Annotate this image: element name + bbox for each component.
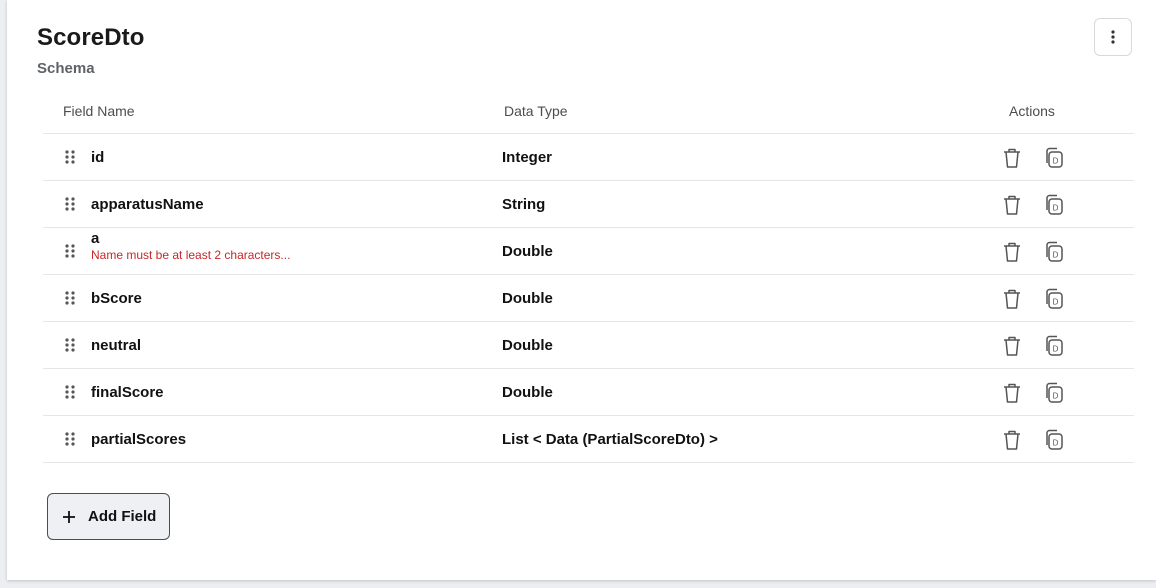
svg-text:D: D: [1053, 392, 1059, 401]
field-name[interactable]: partialScores: [91, 431, 186, 448]
field-type[interactable]: Double: [502, 243, 553, 260]
duplicate-icon[interactable]: D: [1043, 428, 1065, 452]
field-name[interactable]: apparatusName: [91, 196, 204, 213]
field-name[interactable]: a: [91, 230, 99, 247]
table-header: Field Name Data Type Actions: [43, 90, 1134, 134]
field-type[interactable]: Integer: [502, 149, 552, 166]
duplicate-icon[interactable]: D: [1043, 381, 1065, 405]
add-field-button[interactable]: Add Field: [47, 493, 170, 540]
drag-handle-icon[interactable]: [65, 385, 75, 399]
trash-icon[interactable]: [1001, 381, 1023, 405]
trash-icon[interactable]: [1001, 334, 1023, 358]
schema-card: ScoreDto Schema Field Name Data Type Act…: [7, 0, 1156, 580]
table-row: a Name must be at least 2 characters... Do…: [43, 228, 1134, 275]
duplicate-icon[interactable]: D: [1043, 287, 1065, 311]
field-name-error: Name must be at least 2 characters...: [91, 248, 291, 262]
page-title: ScoreDto: [37, 24, 145, 51]
field-name[interactable]: id: [91, 149, 104, 166]
field-type[interactable]: Double: [502, 337, 553, 354]
more-options-button[interactable]: [1094, 18, 1132, 56]
svg-text:D: D: [1053, 298, 1059, 307]
drag-handle-icon[interactable]: [65, 150, 75, 164]
field-type[interactable]: Double: [502, 290, 553, 307]
trash-icon[interactable]: [1001, 146, 1023, 170]
drag-handle-icon[interactable]: [65, 244, 75, 258]
table-body: id Integer DapparatusName String Da Name must…: [43, 134, 1134, 463]
trash-icon[interactable]: [1001, 240, 1023, 264]
duplicate-icon[interactable]: D: [1043, 193, 1065, 217]
table-row: partialScores List < Data (PartialScoreDt…: [43, 416, 1134, 463]
page-subtitle: Schema: [37, 60, 95, 77]
field-name[interactable]: neutral: [91, 337, 141, 354]
svg-text:D: D: [1053, 157, 1059, 166]
field-type[interactable]: List < Data (PartialScoreDto) >: [502, 431, 718, 448]
drag-handle-icon[interactable]: [65, 197, 75, 211]
drag-handle-icon[interactable]: [65, 291, 75, 305]
trash-icon[interactable]: [1001, 193, 1023, 217]
table-row: bScore Double D: [43, 275, 1134, 322]
column-header-data-type: Data Type: [504, 103, 568, 119]
svg-text:D: D: [1053, 204, 1059, 213]
fields-table: Field Name Data Type Actions id Integer Da…: [43, 90, 1134, 463]
svg-text:D: D: [1053, 251, 1059, 260]
table-row: finalScore Double D: [43, 369, 1134, 416]
table-row: neutral Double D: [43, 322, 1134, 369]
field-name[interactable]: finalScore: [91, 384, 164, 401]
table-row: id Integer D: [43, 134, 1134, 181]
plus-icon: [62, 510, 76, 524]
duplicate-icon[interactable]: D: [1043, 334, 1065, 358]
duplicate-icon[interactable]: D: [1043, 146, 1065, 170]
duplicate-icon[interactable]: D: [1043, 240, 1065, 264]
field-type[interactable]: String: [502, 196, 545, 213]
table-row: apparatusName String D: [43, 181, 1134, 228]
trash-icon[interactable]: [1001, 428, 1023, 452]
trash-icon[interactable]: [1001, 287, 1023, 311]
column-header-actions: Actions: [1009, 103, 1055, 119]
add-field-label: Add Field: [88, 508, 157, 525]
drag-handle-icon[interactable]: [65, 432, 75, 446]
column-header-field-name: Field Name: [63, 103, 135, 119]
field-type[interactable]: Double: [502, 384, 553, 401]
drag-handle-icon[interactable]: [65, 338, 75, 352]
svg-text:D: D: [1053, 439, 1059, 448]
more-vertical-icon: [1111, 30, 1115, 44]
svg-text:D: D: [1053, 345, 1059, 354]
field-name[interactable]: bScore: [91, 290, 142, 307]
